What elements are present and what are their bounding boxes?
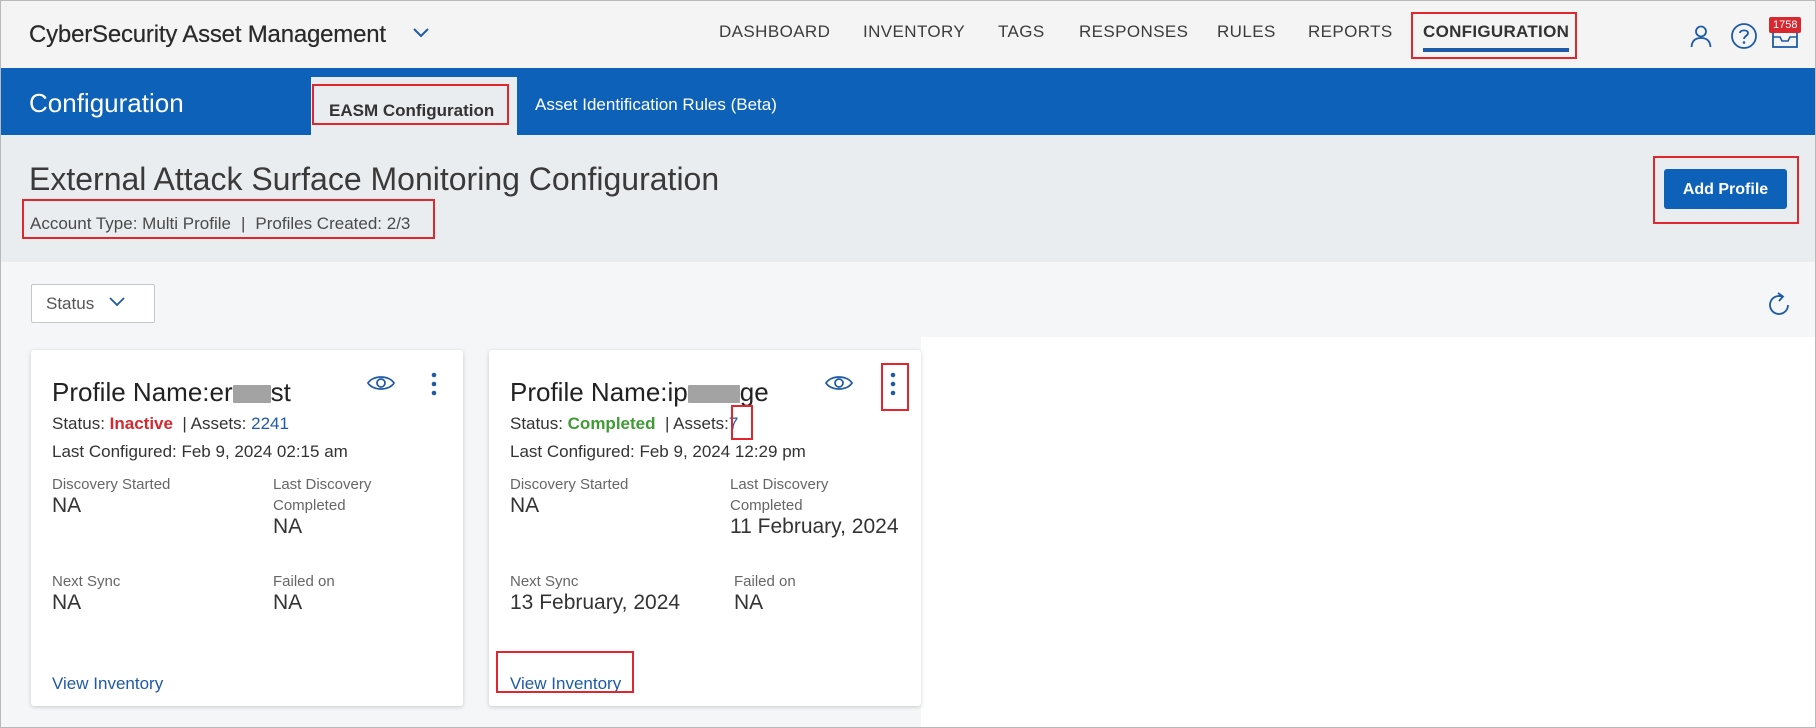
assets-label: | Assets: (182, 414, 247, 433)
refresh-icon[interactable] (1765, 291, 1793, 319)
nav-inventory[interactable]: INVENTORY (863, 22, 965, 42)
nav-responses[interactable]: RESPONSES (1079, 22, 1188, 42)
more-options-icon[interactable] (888, 370, 898, 400)
chevron-down-icon (109, 297, 125, 307)
section-title: Configuration (29, 88, 184, 118)
next-sync-label: Next Sync (52, 573, 121, 590)
status-filter-label: Status (46, 294, 95, 313)
discovery-started-value: NA (52, 494, 82, 517)
account-type-label: Account Type: (30, 214, 138, 233)
last-configured: Last Configured: Feb 9, 2024 02:15 am (52, 442, 348, 461)
app-window: CyberSecurity Asset Management DASHBOARD… (0, 0, 1816, 728)
profile-name-prefix: er (209, 377, 233, 407)
discovery-started-label: Discovery Started (52, 476, 171, 493)
failed-on-value: NA (273, 591, 303, 614)
profiles-content: Status Profile Name:er st Status: Inacti… (1, 262, 1815, 727)
more-options-icon[interactable] (429, 370, 439, 400)
profile-name-label: Profile Name: (510, 377, 668, 407)
add-profile-button[interactable]: Add Profile (1664, 169, 1787, 209)
status-label: Status: (510, 414, 563, 433)
profile-name: Profile Name:er st (52, 377, 291, 408)
status-label: Status: (52, 414, 105, 433)
eye-icon[interactable] (824, 372, 854, 394)
profile-status-line: Status: Completed | Assets:7 (510, 414, 738, 434)
last-configured: Last Configured: Feb 9, 2024 12:29 pm (510, 442, 806, 461)
assets-count-link[interactable]: 7 (729, 414, 738, 433)
eye-icon[interactable] (366, 372, 396, 394)
tab-easm-configuration-label: EASM Configuration (329, 101, 495, 120)
notification-count-badge: 1758 (1769, 17, 1802, 33)
last-discovery-label: Last Discovery Completed (730, 476, 829, 514)
view-inventory-link[interactable]: View Inventory (52, 674, 163, 694)
assets-count-link[interactable]: 2241 (251, 414, 289, 433)
tab-easm-configuration[interactable]: EASM Configuration (311, 77, 517, 135)
status-value: Completed (567, 414, 656, 433)
view-inventory-link[interactable]: View Inventory (510, 674, 621, 694)
profile-status-line: Status: Inactive | Assets: 2241 (52, 414, 289, 434)
profile-card: Profile Name:ip ge Status: Completed | As… (489, 350, 921, 706)
profile-name-suffix: st (270, 377, 291, 407)
app-title: CyberSecurity Asset Management (29, 21, 386, 48)
account-summary: Account Type: Multi Profile | Profiles Cre… (30, 214, 410, 234)
nav-reports[interactable]: REPORTS (1308, 22, 1393, 42)
top-navigation-bar: CyberSecurity Asset Management DASHBOARD… (1, 1, 1815, 68)
nav-dashboard[interactable]: DASHBOARD (719, 22, 830, 42)
status-value: Inactive (109, 414, 173, 433)
profiles-created-label: Profiles Created: (255, 214, 383, 233)
profile-name-label: Profile Name: (52, 377, 210, 407)
app-switcher[interactable]: CyberSecurity Asset Management (29, 21, 429, 49)
page-title: External Attack Surface Monitoring Confi… (29, 161, 720, 197)
page-header: External Attack Surface Monitoring Confi… (1, 135, 1815, 262)
section-header-band: Configuration EASM Configuration Asset I… (1, 68, 1815, 135)
profile-name: Profile Name:ip ge (510, 377, 769, 408)
last-discovery-value: 11 February, 2024 (730, 515, 899, 538)
empty-panel (921, 337, 1815, 727)
profile-name-suffix: ge (739, 377, 769, 407)
failed-on-label: Failed on (734, 573, 796, 590)
discovery-started-value: NA (510, 494, 540, 517)
next-sync-value: 13 February, 2024 (510, 591, 681, 614)
next-sync-value: NA (52, 591, 82, 614)
last-discovery-value: NA (273, 515, 303, 538)
nav-rules[interactable]: RULES (1217, 22, 1276, 42)
user-icon[interactable] (1689, 24, 1713, 48)
nav-configuration[interactable]: CONFIGURATION (1423, 22, 1569, 42)
nav-tags[interactable]: TAGS (998, 22, 1045, 42)
active-nav-indicator (1423, 48, 1569, 52)
meta-separator: | (240, 214, 246, 233)
redacted-text (687, 385, 740, 404)
last-discovery-label: Last Discovery Completed (273, 476, 372, 514)
redacted-text (232, 385, 271, 404)
status-filter-dropdown[interactable]: Status (31, 284, 155, 323)
profiles-created-value: 2/3 (386, 214, 411, 233)
profile-card: Profile Name:er st Status: Inactive | Ass… (31, 350, 463, 706)
profile-name-prefix: ip (667, 377, 688, 407)
chevron-down-icon (413, 28, 429, 38)
assets-label: | Assets: (664, 414, 729, 433)
failed-on-label: Failed on (273, 573, 335, 590)
next-sync-label: Next Sync (510, 573, 579, 590)
failed-on-value: NA (734, 591, 764, 614)
help-icon[interactable] (1730, 22, 1758, 50)
discovery-started-label: Discovery Started (510, 476, 629, 493)
account-type-value: Multi Profile (142, 214, 231, 233)
tab-asset-identification-rules[interactable]: Asset Identification Rules (Beta) (535, 95, 777, 115)
